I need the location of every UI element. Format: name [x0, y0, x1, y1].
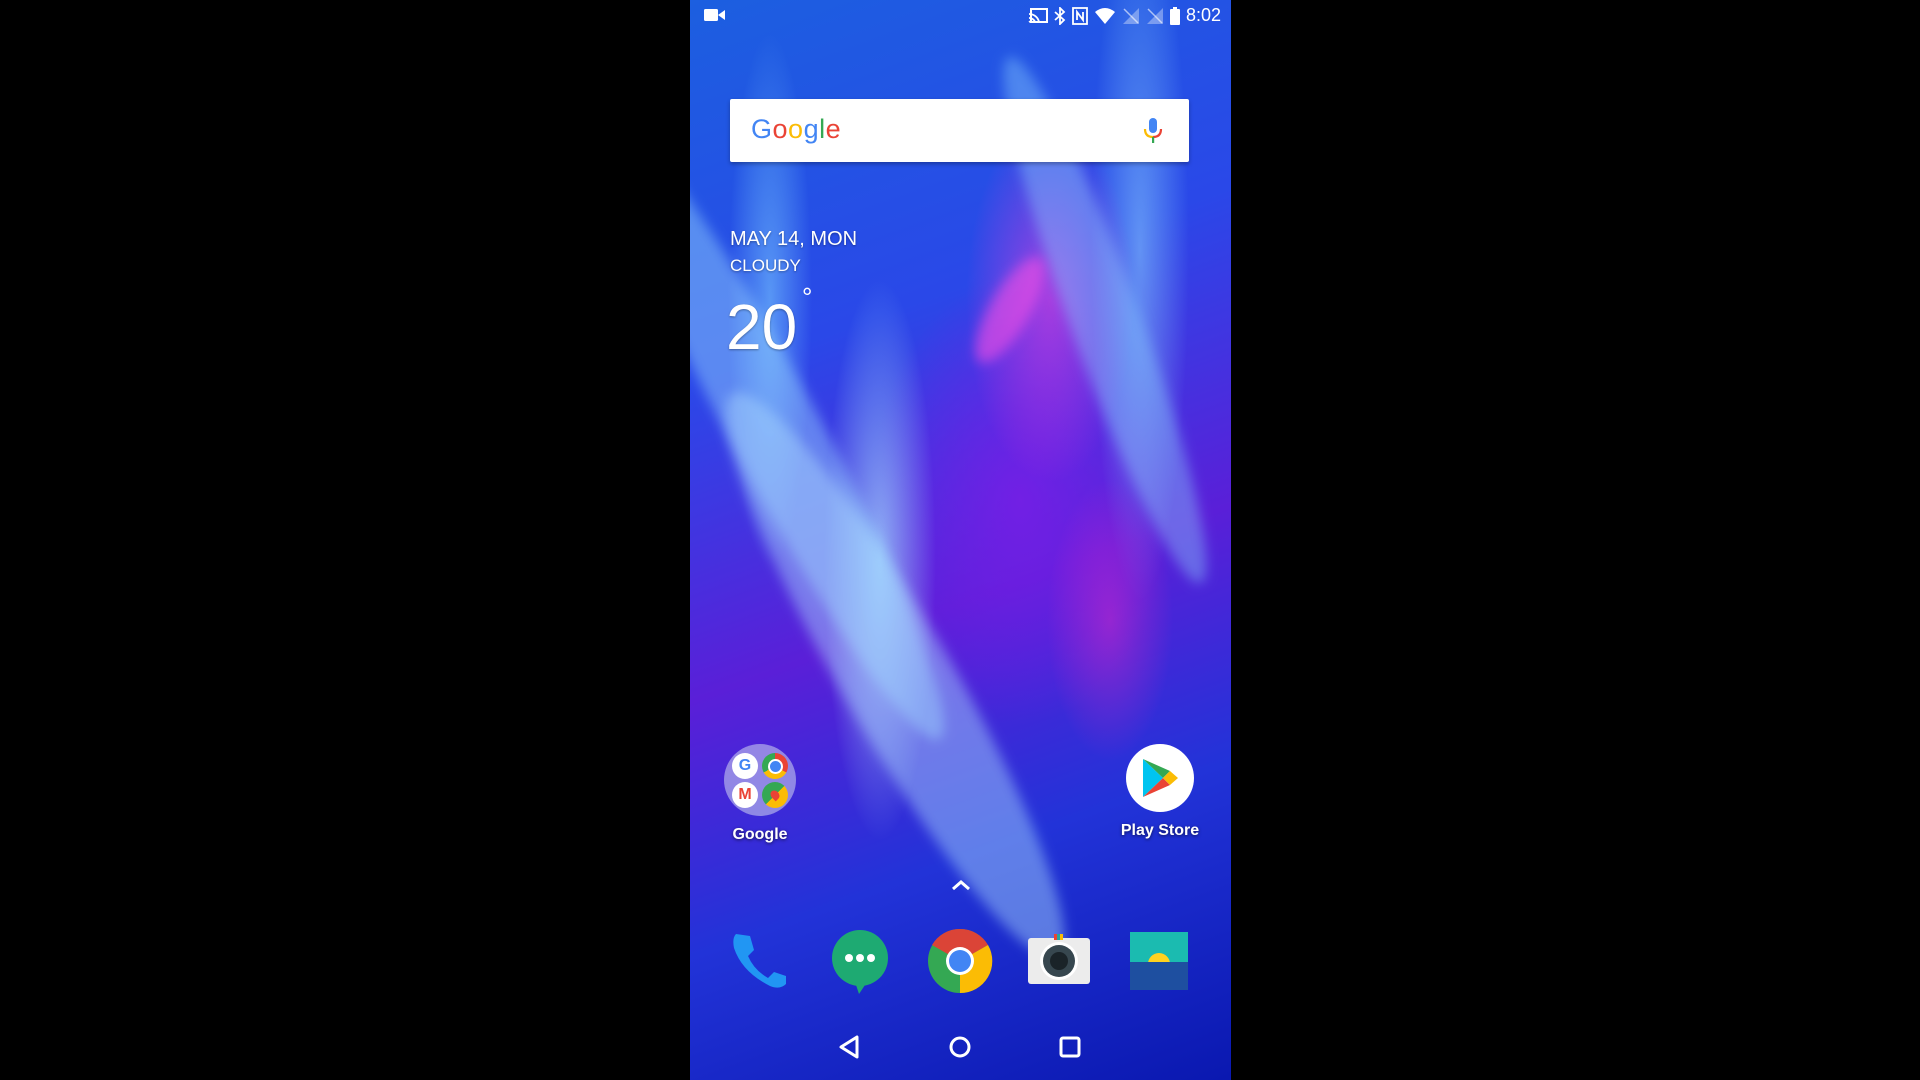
- google-folder[interactable]: G M Google: [710, 744, 810, 844]
- back-button[interactable]: [835, 1032, 865, 1062]
- chevron-up-icon[interactable]: [950, 878, 972, 892]
- weather-date[interactable]: MAY 14, MON: [730, 228, 857, 251]
- wallpaper-streak: [690, 366, 1106, 984]
- gallery-icon[interactable]: [1126, 928, 1192, 994]
- chrome-icon[interactable]: [927, 928, 993, 994]
- weather-condition: CLOUDY: [730, 256, 801, 275]
- folder-icon: G M: [724, 744, 796, 816]
- google-app-icon: G: [732, 753, 758, 779]
- google-logo-letter: G: [751, 114, 773, 144]
- app-label: Google: [732, 826, 788, 843]
- google-logo: Google: [751, 114, 841, 145]
- google-search-bar[interactable]: Google: [730, 99, 1189, 162]
- phone-icon[interactable]: [726, 928, 792, 994]
- video-camera-icon: [704, 9, 725, 21]
- no-sim-icon: [1122, 7, 1139, 24]
- maps-icon: [762, 782, 788, 808]
- camera-icon[interactable]: [1026, 928, 1092, 994]
- weather-temperature[interactable]: 20: [726, 290, 797, 364]
- nfc-icon: [1072, 6, 1088, 25]
- recents-button[interactable]: [1055, 1032, 1085, 1062]
- google-logo-letter: o: [788, 114, 804, 144]
- google-logo-letter: e: [825, 114, 842, 144]
- google-logo-letter: g: [803, 114, 820, 144]
- wallpaper-streak: [962, 248, 1058, 372]
- gmail-icon: M: [732, 782, 758, 808]
- app-label: Play Store: [1120, 822, 1200, 839]
- bluetooth-icon: [1054, 6, 1066, 25]
- chrome-mini-icon: [762, 753, 788, 779]
- status-bar: 8:02: [690, 0, 1231, 32]
- play-store-icon: [1126, 744, 1194, 812]
- messages-icon[interactable]: [827, 928, 893, 994]
- home-button[interactable]: [945, 1032, 975, 1062]
- play-store-app[interactable]: Play Store: [1110, 744, 1210, 840]
- wifi-icon: [1094, 7, 1115, 24]
- microphone-icon[interactable]: [1143, 117, 1163, 145]
- phone-screen: 8:02 Google MAY 14, MON CLOUDY 20 ° G M …: [690, 0, 1231, 1080]
- degree-symbol: °: [802, 282, 813, 312]
- cast-icon: [1028, 7, 1048, 23]
- battery-icon: [1169, 6, 1180, 25]
- no-sim-icon: [1146, 7, 1163, 24]
- clock: 8:02: [1185, 5, 1221, 25]
- google-logo-letter: o: [772, 114, 789, 144]
